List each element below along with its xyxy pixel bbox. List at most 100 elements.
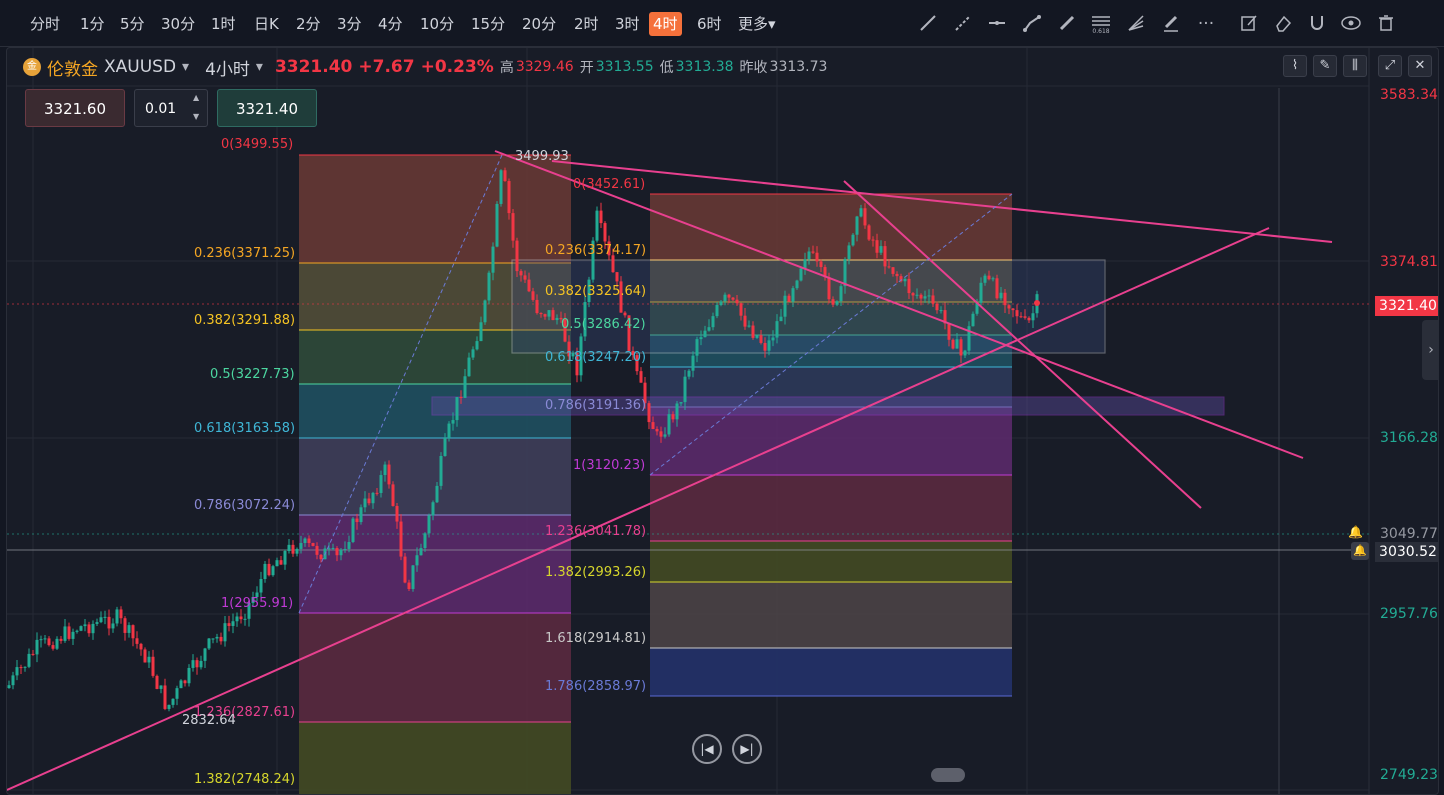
candle-body	[63, 626, 67, 641]
fullscreen-icon[interactable]: ⤢	[1378, 55, 1402, 77]
timeframe-2h[interactable]: 2时	[570, 12, 603, 36]
draw-icon[interactable]: ✎	[1313, 55, 1337, 77]
candle-body	[411, 565, 415, 589]
candle-body	[851, 234, 855, 246]
candle-body	[775, 321, 779, 338]
timeframe-4h[interactable]: 4时	[649, 12, 682, 36]
candle-body	[999, 292, 1003, 299]
candle-body	[531, 291, 535, 300]
path-icon[interactable]	[1021, 13, 1043, 35]
timeframe-fenshi[interactable]: 分时	[26, 12, 64, 36]
interval-selector[interactable]: 4小时	[205, 55, 250, 80]
candle-body	[431, 502, 435, 516]
candle-body	[23, 666, 27, 668]
magnet-icon[interactable]	[1306, 13, 1328, 35]
replay-back-button[interactable]: |◀	[692, 734, 722, 764]
candle-body	[387, 464, 391, 485]
timeframe-6h[interactable]: 6时	[693, 12, 726, 36]
highlighter-icon[interactable]	[1160, 13, 1182, 35]
timeframe-20m[interactable]: 20分	[518, 12, 560, 36]
timeframe-daily[interactable]: 日K	[250, 12, 283, 36]
symbol-code[interactable]: XAUUSD	[104, 57, 176, 77]
timeframe-1h[interactable]: 1时	[207, 12, 240, 36]
candle-body	[179, 680, 183, 689]
candle-body	[955, 339, 959, 349]
quantity-stepper-down-icon[interactable]: ▼	[193, 112, 199, 121]
candle-body	[39, 639, 43, 641]
fib-left-05: 0.5(3227.73)	[210, 367, 295, 382]
candle-body	[895, 273, 899, 277]
timeframe-more[interactable]: 更多▾	[734, 12, 780, 36]
edit-icon[interactable]	[1238, 13, 1260, 35]
alert-bell-icon-1[interactable]: 🔔	[1348, 525, 1363, 539]
candle-body	[735, 299, 739, 304]
candle-body	[103, 616, 107, 618]
trash-icon[interactable]	[1375, 13, 1397, 35]
candle-body	[743, 315, 747, 327]
candle-body	[543, 314, 547, 317]
candle-body	[959, 339, 963, 356]
candle-body	[1031, 313, 1035, 321]
timeframe-5m[interactable]: 5分	[116, 12, 149, 36]
candle-body	[923, 296, 927, 299]
candle-body	[395, 505, 399, 522]
candle-body	[131, 625, 135, 639]
candle-body	[419, 548, 423, 556]
candle-body	[15, 667, 19, 676]
replay-forward-button[interactable]: ▶|	[732, 734, 762, 764]
candle-body	[299, 543, 303, 549]
eye-icon[interactable]	[1340, 13, 1362, 35]
quantity-stepper-up-icon[interactable]: ▲	[193, 93, 199, 102]
timeframe-30m[interactable]: 30分	[157, 12, 199, 36]
more-icon[interactable]: ···	[1195, 13, 1217, 35]
fib-left-1: 1(2955.91)	[221, 596, 294, 611]
expand-panel-icon[interactable]: ›	[1422, 320, 1438, 380]
candle-body	[691, 355, 695, 371]
symbol-cn[interactable]: 伦敦金	[47, 55, 98, 80]
candle-body	[47, 638, 51, 646]
eraser-icon[interactable]	[1272, 13, 1294, 35]
symbol-dropdown-icon[interactable]: ▾	[182, 59, 189, 75]
time-scroll-handle[interactable]	[931, 768, 965, 782]
sell-price-button[interactable]: 3321.60	[25, 89, 125, 127]
fib-right-05: 0.5(3286.42)	[561, 317, 646, 332]
fib-right-0786: 0.786(3191.36)	[545, 398, 647, 413]
price-axis-label-4: 2957.76	[1380, 606, 1438, 622]
candle-body	[287, 544, 291, 552]
candle-body	[831, 299, 835, 305]
candle-body	[71, 631, 75, 639]
timeframe-4m[interactable]: 4分	[374, 12, 407, 36]
timeframe-15m[interactable]: 15分	[467, 12, 509, 36]
fib-retracement-left[interactable]	[299, 154, 571, 795]
close-icon[interactable]: ✕	[1408, 55, 1432, 77]
interval-dropdown-icon[interactable]: ▾	[256, 59, 263, 75]
candle-body	[487, 272, 491, 301]
candle-body	[595, 210, 599, 241]
candle-body	[503, 170, 507, 182]
low-label: 低	[659, 60, 674, 76]
horizontal-line-icon[interactable]	[986, 13, 1008, 35]
timeframe-3h[interactable]: 3时	[611, 12, 644, 36]
timeframe-3m[interactable]: 3分	[333, 12, 366, 36]
candle-body	[855, 216, 859, 235]
fib-left-0786: 0.786(3072.24)	[194, 498, 296, 513]
indicator-icon[interactable]: ⌇	[1283, 55, 1307, 77]
fib-retracement-icon[interactable]: 0.618	[1090, 13, 1112, 35]
chart-panel[interactable]: 0(3499.55) 0.236(3371.25) 0.382(3291.88)…	[6, 47, 1439, 795]
timeframe-2m[interactable]: 2分	[292, 12, 325, 36]
candle-body	[267, 563, 271, 576]
fib-right-1786: 1.786(2858.97)	[545, 679, 647, 694]
candle-body	[931, 295, 935, 304]
candle-body	[639, 371, 643, 383]
timeframe-10m[interactable]: 10分	[416, 12, 458, 36]
candle-type-icon[interactable]: ⫼	[1343, 55, 1367, 77]
timeframe-1m[interactable]: 1分	[76, 12, 109, 36]
trend-line-icon[interactable]	[917, 13, 939, 35]
candle-body	[655, 428, 659, 432]
brush-icon[interactable]	[1056, 13, 1078, 35]
fib-fan-icon[interactable]	[1125, 13, 1147, 35]
alert-bell-icon-2[interactable]: 🔔	[1351, 542, 1369, 560]
candle-body	[807, 251, 811, 260]
ray-icon[interactable]	[952, 13, 974, 35]
buy-price-button[interactable]: 3321.40	[217, 89, 317, 127]
